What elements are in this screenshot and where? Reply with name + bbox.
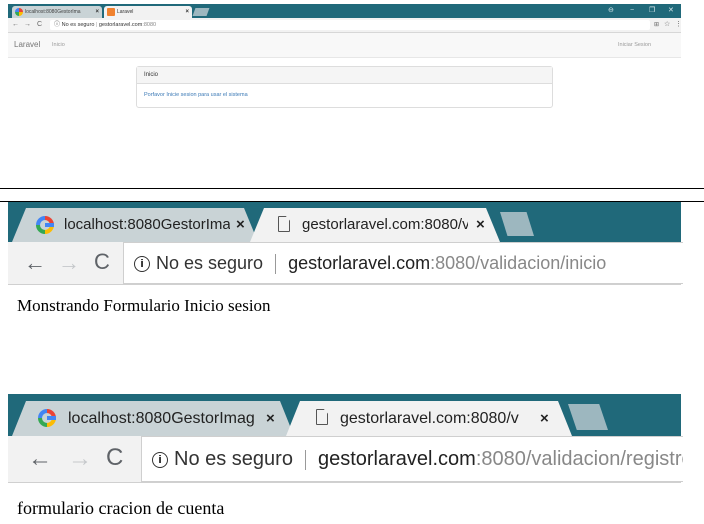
url-host: gestorlaravel.com [288, 253, 431, 273]
menu-icon[interactable]: ⋮ [675, 18, 682, 32]
forward-icon[interactable]: → [24, 18, 31, 32]
s1-tab-laravel[interactable]: Laravel × [104, 6, 192, 18]
url-divider [275, 254, 277, 275]
s2-omnibox[interactable]: i No es seguro gestorlaravel.com:8080/vali… [123, 242, 683, 284]
s2-tab-strip: localhost:8080GestorImag × gestorlaravel… [8, 202, 681, 242]
maximize-icon[interactable]: ❐ [649, 4, 655, 18]
info-icon: i [134, 256, 150, 273]
close-icon[interactable]: × [185, 6, 189, 18]
s1-tab-title: Laravel [117, 9, 134, 15]
page-icon [316, 409, 328, 425]
s1-tab-localhost[interactable]: localhost:8080GestorIma × [12, 6, 102, 18]
new-tab-button[interactable] [500, 212, 534, 236]
navbar-brand[interactable]: Laravel [14, 33, 40, 57]
forward-icon[interactable]: → [58, 250, 80, 276]
window-close-icon[interactable]: ✕ [668, 4, 674, 18]
info-icon: i [152, 451, 168, 468]
close-icon[interactable]: × [476, 208, 485, 242]
tab-title: gestorlaravel.com:8080/v [302, 216, 468, 233]
laravel-icon [107, 8, 115, 16]
panel-heading: Inicio [137, 67, 552, 84]
translate-icon[interactable]: ⊞ [654, 18, 659, 32]
new-tab-button[interactable] [568, 404, 608, 430]
s3-page-text: formulario cracion de cuenta [17, 498, 225, 518]
s2-address-bar: ← → C i No es seguro gestorlaravel.com:808… [8, 242, 683, 285]
info-icon: ⓘ [54, 22, 62, 28]
reload-icon[interactable]: C [37, 18, 42, 32]
close-icon[interactable]: × [540, 401, 549, 436]
nav-link-login[interactable]: Iniciar Sesion [618, 33, 651, 57]
page-icon [278, 216, 290, 232]
tab-title: gestorlaravel.com:8080/v [340, 410, 519, 427]
security-label: No es seguro [174, 448, 293, 470]
s1-tab-strip: localhost:8080GestorIma × Laravel × ⊖ − … [8, 4, 681, 18]
close-icon[interactable]: × [95, 6, 99, 18]
tab-title: localhost:8080GestorImag [64, 216, 230, 233]
s3-tab-localhost[interactable]: localhost:8080GestorImag × [12, 401, 294, 436]
s2-page-text: Monstrando Formulario Inicio sesion [17, 296, 271, 315]
s1-app-navbar: Laravel Inicio Iniciar Sesion [8, 33, 681, 58]
s1-panel: Inicio Porfavor Inicie sesion para usar … [136, 66, 553, 108]
back-icon[interactable]: ← [24, 250, 46, 276]
s1-tab-title: localhost:8080GestorIma [25, 9, 81, 15]
close-icon[interactable]: × [236, 208, 245, 242]
star-icon[interactable]: ☆ [664, 18, 670, 32]
close-icon[interactable]: × [266, 401, 275, 436]
s2-tab-localhost[interactable]: localhost:8080GestorImag × [12, 208, 258, 242]
s3-omnibox[interactable]: i No es seguro gestorlaravel.com:8080/vali… [141, 436, 683, 482]
url-divider [304, 449, 306, 470]
back-icon[interactable]: ← [12, 18, 19, 32]
google-icon [36, 216, 54, 234]
google-icon [38, 409, 56, 427]
reload-icon[interactable]: C [106, 444, 123, 472]
minimize-icon[interactable]: − [630, 4, 634, 18]
url-host: gestorlaravel.com [98, 22, 143, 28]
panel-body-text: Porfavor Inicie sesion para usar el sist… [144, 92, 248, 98]
s2-tab-gestor[interactable]: gestorlaravel.com:8080/v × [250, 208, 500, 242]
profile-icon[interactable]: ⊖ [608, 4, 614, 18]
nav-link-inicio[interactable]: Inicio [52, 33, 65, 57]
url-host: gestorlaravel.com [317, 448, 476, 470]
forward-icon[interactable]: → [68, 445, 92, 473]
back-icon[interactable]: ← [28, 445, 52, 473]
s1-omnibox[interactable]: ⓘ No es seguro | gestorlaravel.com:8080 [50, 20, 650, 30]
google-icon [15, 8, 23, 16]
url-path: :8080/validacion/inicio [430, 253, 607, 273]
security-label: No es seguro [61, 22, 95, 28]
tab-title: localhost:8080GestorImag [68, 410, 255, 427]
s3-tab-gestor[interactable]: gestorlaravel.com:8080/v × [286, 401, 572, 436]
separator-line [0, 188, 704, 189]
s1-address-bar: ← → C ⓘ No es seguro | gestorlaravel.com… [8, 18, 682, 33]
s3-address-bar: ← → C i No es seguro gestorlaravel.com:808… [8, 436, 683, 483]
url-path: :8080 [142, 22, 157, 28]
s3-tab-strip: localhost:8080GestorImag × gestorlaravel… [8, 394, 681, 436]
new-tab-button[interactable] [192, 8, 210, 16]
reload-icon[interactable]: C [94, 249, 110, 275]
url-path: :8080/validacion/registro [475, 448, 683, 470]
security-label: No es seguro [156, 253, 264, 273]
